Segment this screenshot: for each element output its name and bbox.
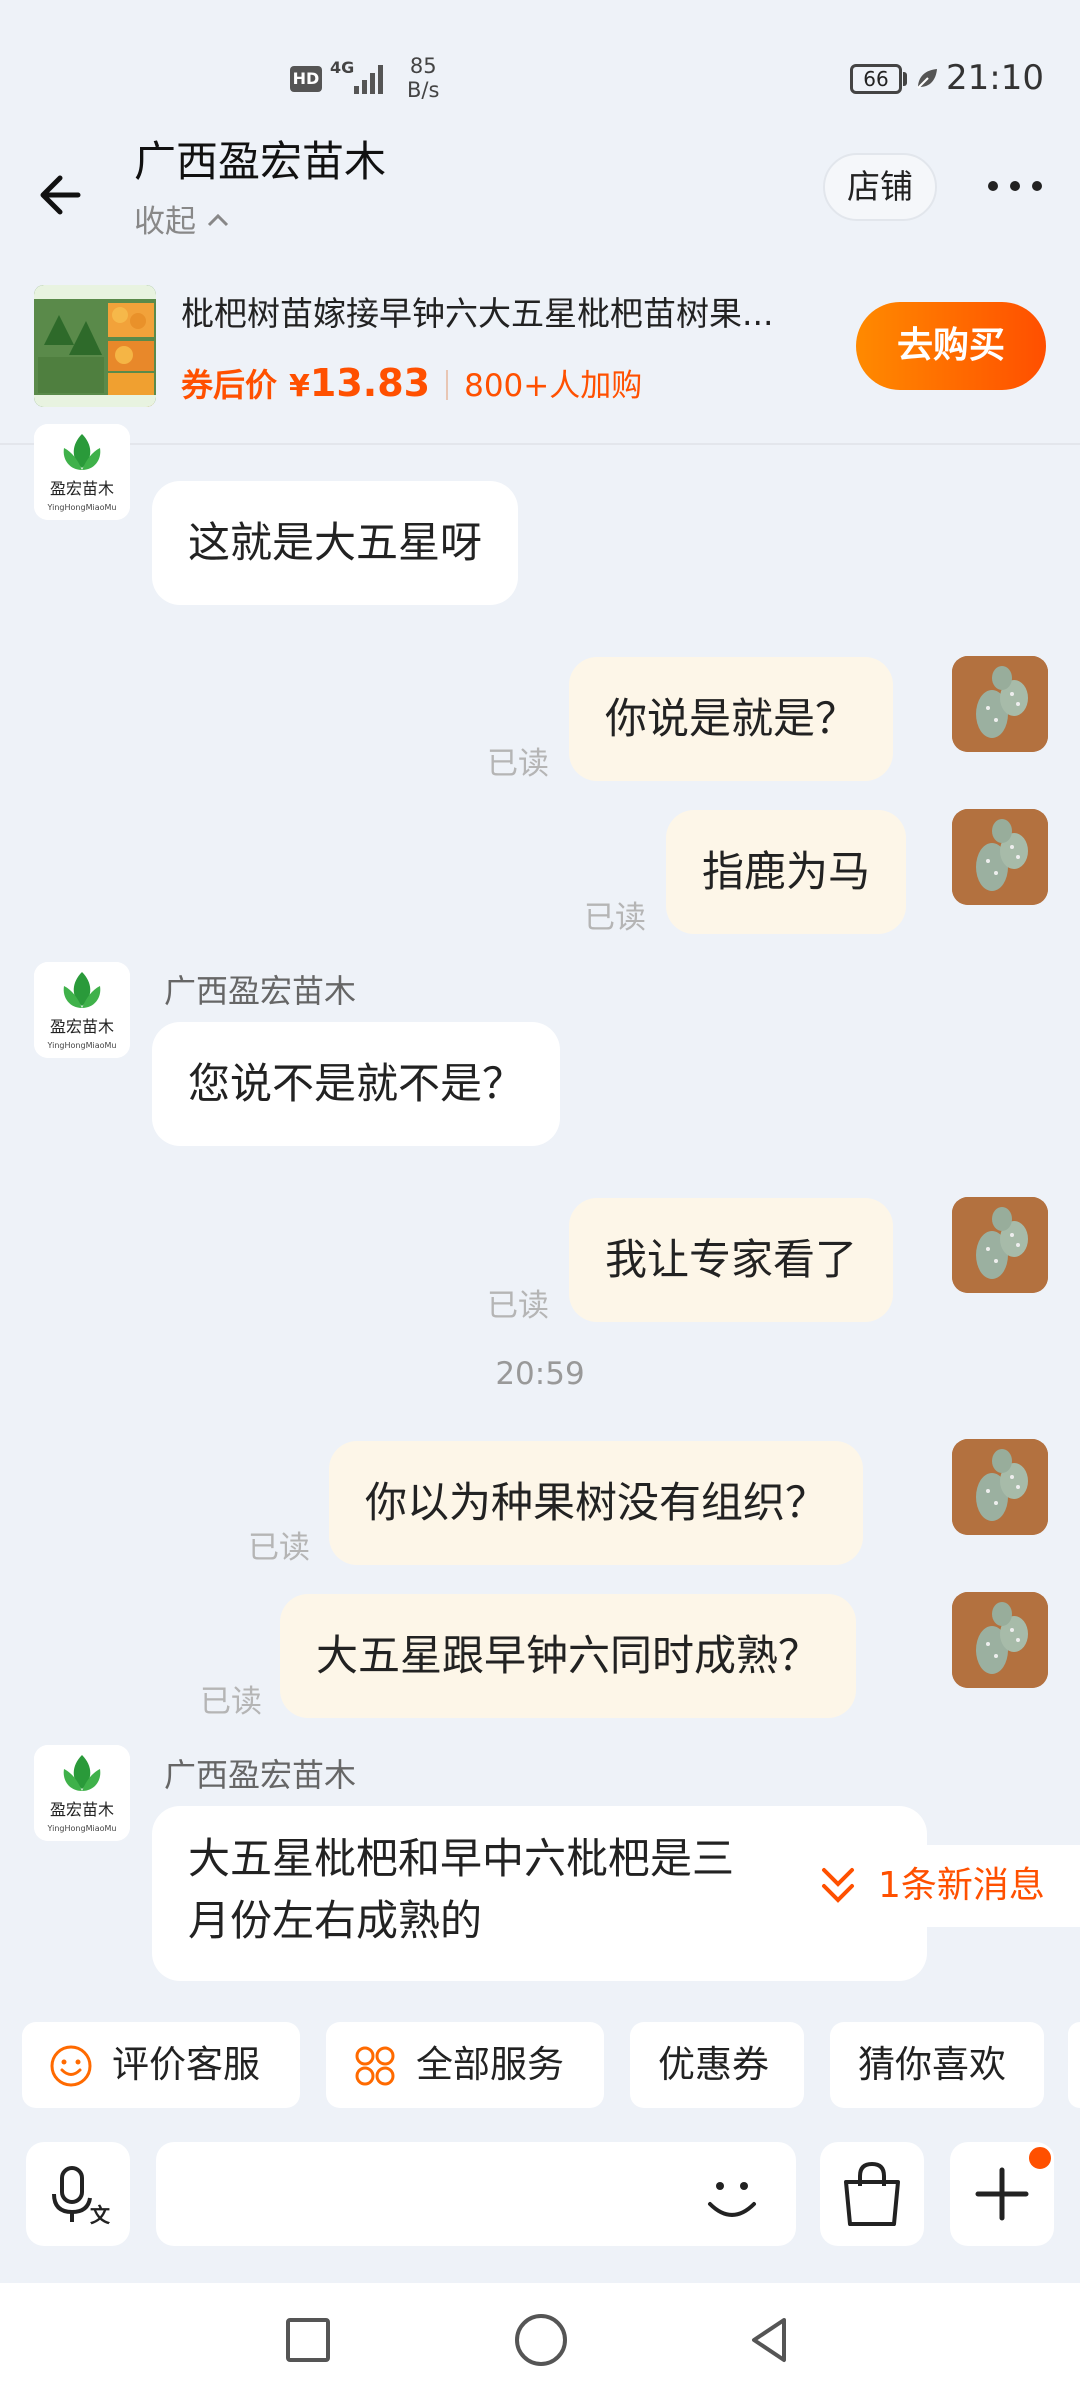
user-avatar[interactable] — [952, 656, 1048, 752]
user-avatar[interactable] — [952, 1197, 1048, 1293]
price-divider — [446, 370, 449, 400]
emoji-icon[interactable] — [696, 2160, 768, 2232]
network-speed: 85 B/s — [407, 54, 439, 102]
buy-now-button[interactable]: 去购买 — [856, 302, 1046, 390]
user-avatar-image — [952, 656, 1048, 752]
price-label: 券后价 — [181, 366, 278, 404]
recent-apps-button[interactable] — [286, 2318, 330, 2362]
status-time: 21:10 — [946, 58, 1044, 98]
read-receipt: 已读 — [200, 1684, 262, 1720]
user-avatar[interactable] — [952, 809, 1048, 905]
double-chevron-down-icon — [822, 1868, 854, 1903]
user-avatar-image — [952, 1592, 1048, 1688]
message-bubble-outgoing: 你以为种果树没有组织？ — [329, 1441, 864, 1565]
battery-indicator: 66 — [850, 64, 902, 94]
chevron-up-icon — [207, 213, 228, 227]
coupons-chip[interactable]: 优惠券 — [630, 2022, 804, 2108]
chat-shop-title[interactable]: 广西盈宏苗木 — [134, 128, 386, 189]
status-bar — [0, 0, 1080, 125]
chip-label: 评价客服 — [112, 2043, 260, 2086]
svg-text:盈宏苗木: 盈宏苗木 — [50, 1800, 114, 1819]
message-line: 月份左右成熟的 — [188, 1896, 483, 1945]
shopping-bag-icon — [844, 2161, 900, 2226]
user-avatar-image — [952, 1197, 1048, 1293]
product-thumbnail[interactable] — [34, 285, 156, 407]
speed-value: 85 — [409, 54, 437, 78]
read-receipt: 已读 — [487, 746, 549, 782]
svg-text:YingHongMiaoMu: YingHongMiaoMu — [47, 1041, 117, 1050]
collapse-toggle[interactable]: 收起 — [134, 196, 230, 241]
time-separator: 20:59 — [495, 1356, 585, 1392]
price-currency: ¥ — [289, 369, 310, 404]
message-bubble-outgoing: 大五星跟早钟六同时成熟？ — [280, 1594, 857, 1718]
user-avatar-image — [952, 809, 1048, 905]
message-bubble-outgoing: 我让专家看了 — [569, 1198, 894, 1322]
message-bubble-outgoing: 你说是就是？ — [569, 657, 894, 781]
price-value: 13.83 — [309, 361, 431, 405]
collapse-label: 收起 — [134, 204, 196, 240]
notification-dot — [1026, 2144, 1054, 2172]
hd-voice-icon: HD — [290, 66, 322, 92]
message-bubble-outgoing: 指鹿为马 — [666, 810, 907, 934]
header-divider — [0, 443, 1080, 445]
shop-avatar[interactable]: 盈宏苗木 YingHongMiaoMu — [34, 962, 130, 1058]
product-price-row: 券后价 ¥13.83 800+人加购 — [181, 360, 642, 406]
product-image — [34, 285, 156, 407]
power-saving-leaf-icon — [917, 69, 937, 89]
sender-name: 广西盈宏苗木 — [164, 972, 357, 1010]
home-button[interactable] — [515, 2314, 567, 2366]
grid-services-icon — [355, 2046, 395, 2086]
battery-tip — [903, 72, 907, 86]
speed-unit: B/s — [407, 78, 440, 102]
smile-icon — [50, 2045, 92, 2087]
product-title[interactable]: 枇杷树苗嫁接早钟六大五星枇杷苗树果... — [181, 287, 841, 335]
microphone-icon: 文 — [52, 2166, 111, 2227]
shop-avatar[interactable]: 盈宏苗木 YingHongMiaoMu — [34, 424, 130, 520]
nav-back-triangle-icon[interactable] — [744, 2314, 796, 2366]
shop-logo-icon: 盈宏苗木 YingHongMiaoMu — [34, 962, 130, 1058]
message-line: 大五星枇杷和早中六枇杷是三 — [188, 1834, 735, 1883]
voice-input-button[interactable]: 文 — [26, 2142, 130, 2246]
chip-label: 优惠券 — [658, 2043, 769, 2086]
user-avatar-image — [952, 1439, 1048, 1535]
svg-text:YingHongMiaoMu: YingHongMiaoMu — [47, 1824, 117, 1833]
message-bubble-incoming: 您说不是就不是？ — [152, 1022, 561, 1146]
svg-text:YingHongMiaoMu: YingHongMiaoMu — [47, 503, 117, 512]
shop-logo-icon: 盈宏苗木 YingHongMiaoMu — [34, 424, 130, 520]
read-receipt: 已读 — [487, 1288, 549, 1324]
you-may-like-chip[interactable]: 猜你喜欢 — [830, 2022, 1044, 2108]
read-receipt: 已读 — [248, 1530, 310, 1566]
rate-service-chip[interactable]: 评价客服 — [22, 2022, 300, 2108]
svg-text:文: 文 — [90, 2203, 111, 2227]
message-bubble-incoming: 这就是大五星呀 — [152, 481, 519, 605]
back-arrow-icon[interactable] — [30, 160, 100, 230]
shopping-bag-button[interactable] — [820, 2142, 924, 2246]
user-avatar[interactable] — [952, 1439, 1048, 1535]
store-button[interactable]: 店铺 — [823, 153, 937, 221]
read-receipt: 已读 — [584, 900, 646, 936]
chip-label: 猜你喜欢 — [858, 2043, 1006, 2086]
signal-strength-icon — [354, 65, 383, 94]
svg-text:盈宏苗木: 盈宏苗木 — [50, 479, 114, 498]
buyers-count: 800+人加购 — [464, 368, 643, 404]
chip-label: 全部服务 — [416, 2043, 564, 2086]
shop-avatar[interactable]: 盈宏苗木 YingHongMiaoMu — [34, 1745, 130, 1841]
sender-name: 广西盈宏苗木 — [164, 1756, 357, 1794]
more-chip-edge[interactable] — [1068, 2022, 1080, 2108]
svg-text:盈宏苗木: 盈宏苗木 — [50, 1017, 114, 1036]
user-avatar[interactable] — [952, 1592, 1048, 1688]
more-options-icon[interactable] — [980, 160, 1050, 220]
all-services-chip[interactable]: 全部服务 — [326, 2022, 604, 2108]
shop-logo-icon: 盈宏苗木 YingHongMiaoMu — [34, 1745, 130, 1841]
